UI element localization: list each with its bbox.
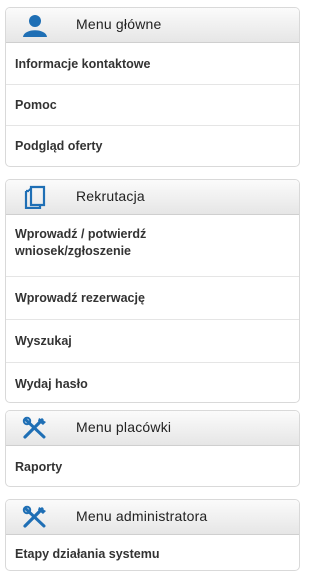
panel-title-rekrutacja: Rekrutacja [76,188,145,204]
panel-header-menu-administratora: Menu administratora [6,500,299,535]
menu-item-informacje-kontaktowe[interactable]: Informacje kontaktowe [6,43,299,84]
document-icon [24,185,46,209]
panel-menu-administratora: Menu administratora Etapy działania syst… [5,499,300,571]
menu-item-wprowadz-rezerwacje[interactable]: Wprowadź rezerwację [6,276,299,319]
panel-header-menu-glowne: Menu główne [6,8,299,43]
panel-header-rekrutacja: Rekrutacja [6,180,299,215]
menu-item-raporty[interactable]: Raporty [6,446,299,486]
menu-item-podglad-oferty[interactable]: Podgląd oferty [6,125,299,166]
menu-item-wyszukaj[interactable]: Wyszukaj [6,319,299,362]
menu-item-etapy-dzialania-systemu[interactable]: Etapy działania systemu [6,535,299,570]
panel-title-menu-administratora: Menu administratora [76,508,208,524]
panel-header-menu-placowki: Menu placówki [6,411,299,446]
user-icon [23,15,47,37]
tools-icon [22,416,46,439]
panel-title-menu-placowki: Menu placówki [76,419,172,435]
panel-menu-glowne: Menu główne Informacje kontaktowe Pomoc … [5,7,300,167]
panel-rekrutacja: Rekrutacja Wprowadź / potwierdź wniosek/… [5,179,300,403]
menu-item-wydaj-haslo[interactable]: Wydaj hasło [6,362,299,402]
tools-icon [22,505,46,528]
panel-menu-placowki: Menu placówki Raporty [5,410,300,487]
menu-item-pomoc[interactable]: Pomoc [6,84,299,125]
panel-title-menu-glowne: Menu główne [76,16,162,32]
menu-item-wprowadz-wniosek[interactable]: Wprowadź / potwierdź wniosek/zgłoszenie [6,215,299,276]
